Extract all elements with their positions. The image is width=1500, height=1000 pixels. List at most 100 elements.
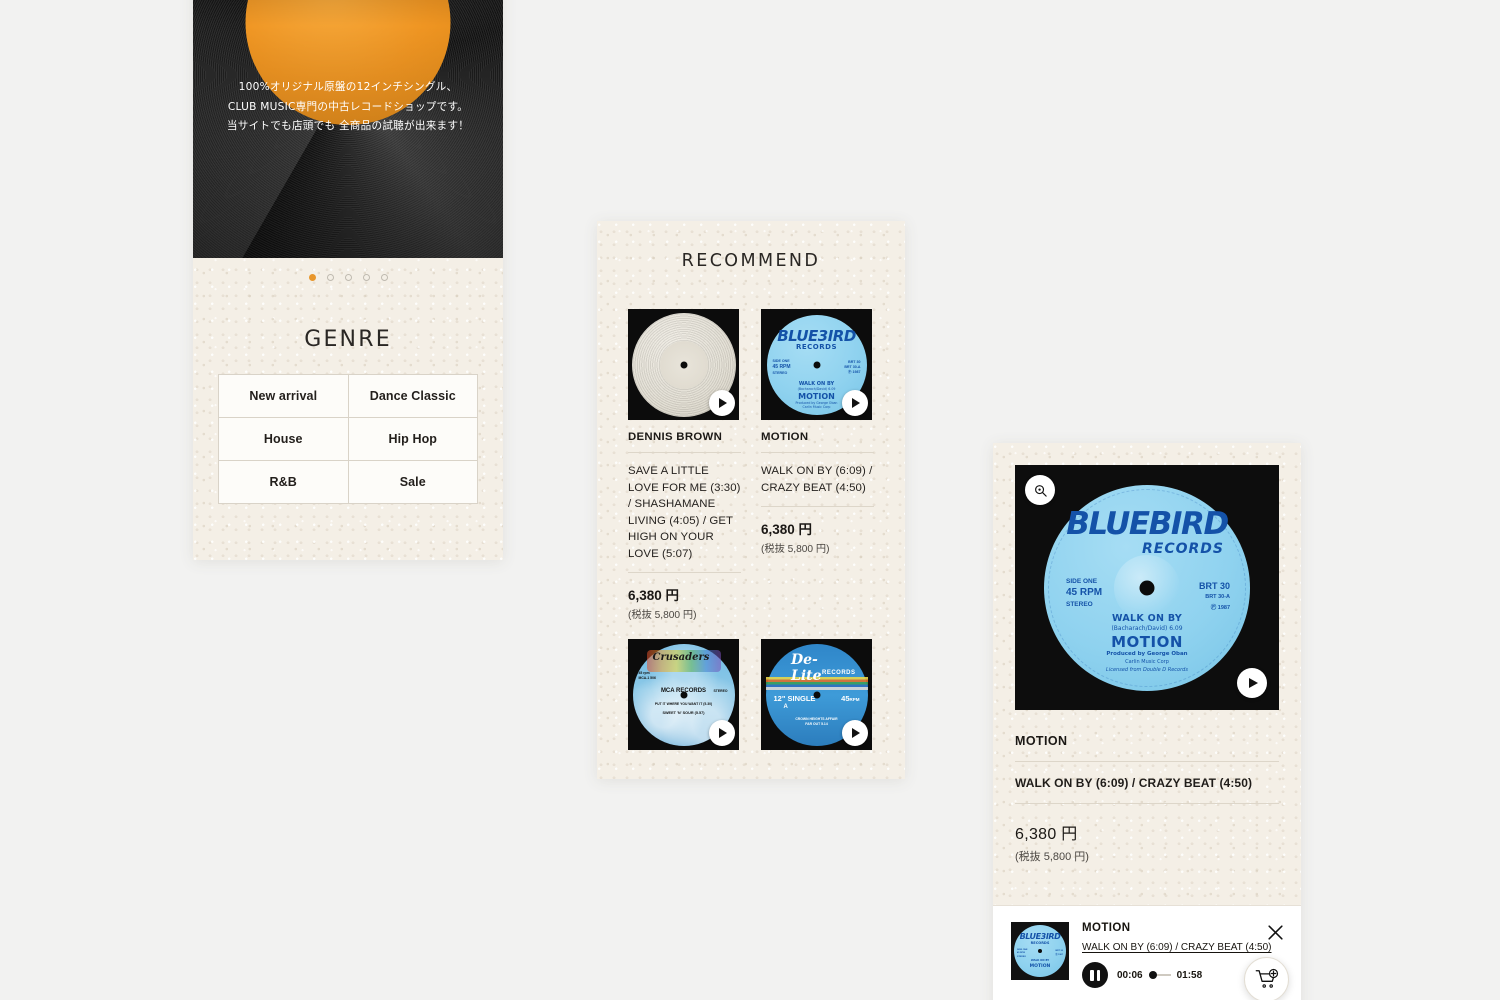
play-icon[interactable] bbox=[1237, 668, 1267, 698]
pause-bar-right bbox=[1096, 969, 1100, 981]
carousel-dot-0[interactable] bbox=[308, 274, 316, 281]
zoom-in-icon[interactable] bbox=[1025, 475, 1055, 505]
label-credit: (Bacharach/David) 6.09 bbox=[1111, 624, 1183, 632]
play-icon[interactable] bbox=[842, 390, 868, 416]
center-hole bbox=[813, 361, 820, 368]
label-side: SIDE ONE bbox=[1066, 577, 1098, 585]
genre-heading: GENRE bbox=[304, 327, 392, 352]
play-icon[interactable] bbox=[842, 720, 868, 747]
records-text: RECORDS bbox=[821, 669, 856, 676]
player-progress-slider[interactable] bbox=[1148, 970, 1171, 980]
recommend-card-3[interactable]: De-Lite RECORDS 12" SINGLE 45RPM A CROWN… bbox=[761, 639, 874, 751]
product-tracks: WALK ON BY (6:09) / CRAZY BEAT (4:50) bbox=[761, 463, 874, 508]
stereo-text: STEREO bbox=[713, 688, 728, 693]
recommend-card-1[interactable]: BLUE3IRD RECORDS SIDE ONE 45 RPM STEREO BR… bbox=[761, 309, 874, 555]
label-catalog-sub: BRT 30-A bbox=[1205, 594, 1230, 600]
product-artist: MOTION bbox=[761, 431, 874, 453]
label-produced: Produced by George Oban bbox=[1106, 650, 1188, 657]
hero-description: 100%オリジナル原盤の12インチシングル、 CLUB MUSIC専門の中古レコ… bbox=[193, 78, 503, 137]
hero-copy-line-2: CLUB MUSIC専門の中古レコードショップです。 bbox=[227, 100, 469, 113]
detail-tracks: WALK ON BY (6:09) / CRAZY BEAT (4:50) bbox=[1015, 776, 1279, 804]
delite-logo: De-Lite bbox=[791, 651, 822, 684]
center-hole bbox=[813, 691, 820, 699]
detail-price-excl-tax: (税抜 5,800 円) bbox=[1015, 851, 1089, 863]
player-track-link[interactable]: WALK ON BY (6:09) / CRAZY BEAT (4:50) bbox=[1082, 940, 1287, 955]
pause-icon[interactable] bbox=[1082, 962, 1108, 988]
crusaders-logo: Crusaders bbox=[652, 651, 710, 663]
format-text: 12" SINGLE bbox=[773, 693, 816, 703]
player-label-artist: MOTION bbox=[1029, 964, 1051, 969]
product-artist: DENNIS BROWN bbox=[628, 431, 741, 453]
carousel-dot-4[interactable] bbox=[380, 274, 388, 281]
genre-cell-2[interactable]: House bbox=[219, 418, 349, 461]
zoom-glass bbox=[1034, 484, 1047, 497]
player-time-row: 00:06 01:58 bbox=[1117, 970, 1202, 981]
label-artist: MOTION bbox=[1111, 632, 1183, 651]
product-thumbnail[interactable]: BLUE3IRD RECORDS SIDE ONE 45 RPM STEREO BR… bbox=[761, 309, 872, 420]
label-catalog: BRT 30 bbox=[1198, 580, 1230, 591]
screenshot-stage: next.records SHIBUYA TOKYO 100%オリジナル原盤の1… bbox=[0, 0, 1500, 1000]
product-detail-panel: BLUEBIRD RECORDS SIDE ONE 45 RPM STEREO … bbox=[993, 443, 1301, 1000]
product-price-excl-tax: (税抜 5,800 円) bbox=[628, 610, 697, 622]
close-icon[interactable] bbox=[1266, 923, 1285, 942]
label-rpm: 45 RPM bbox=[1066, 586, 1103, 598]
carousel-dots bbox=[193, 258, 503, 281]
product-thumbnail[interactable]: Crusaders MCA RECORDS STEREO 45 rpm MCA-1… bbox=[628, 639, 739, 751]
genre-cell-5[interactable]: Sale bbox=[348, 461, 478, 504]
rpm-text: 45RPM bbox=[841, 693, 860, 703]
player-current-time: 00:06 bbox=[1117, 969, 1143, 981]
carousel-dot-1[interactable] bbox=[326, 274, 334, 281]
product-image[interactable]: BLUEBIRD RECORDS SIDE ONE 45 RPM STEREO … bbox=[1015, 465, 1279, 710]
carousel-dot-3[interactable] bbox=[362, 274, 370, 281]
rpm-info: 45 rpm MCA-1 506 bbox=[638, 670, 656, 680]
player-thumbnail[interactable]: BLUE3IRD RECORDS SIDE ONE 45 RPM STEREO BR… bbox=[1011, 922, 1069, 980]
cart-glyph bbox=[1255, 968, 1278, 988]
play-icon[interactable] bbox=[709, 720, 735, 747]
player-label-art: BLUE3IRD RECORDS SIDE ONE 45 RPM STEREO BR… bbox=[1014, 925, 1066, 977]
site-header: next.records SHIBUYA TOKYO bbox=[193, 0, 503, 8]
recommend-card-2[interactable]: Crusaders MCA RECORDS STEREO 45 rpm MCA-1… bbox=[628, 639, 741, 751]
recommend-card-0[interactable]: DENNIS BROWN SAVE A LITTLE LOVE FOR ME (… bbox=[628, 309, 741, 621]
player-catalog: BRT 30 Ⓟ 1987 bbox=[1055, 950, 1063, 956]
center-hole bbox=[1038, 949, 1042, 953]
label-brand-sub: RECORDS bbox=[795, 342, 837, 351]
label-publisher: Carlin Music Corp bbox=[1125, 658, 1169, 665]
product-thumbnail[interactable] bbox=[628, 309, 739, 420]
home-screen-panel: next.records SHIBUYA TOKYO 100%オリジナル原盤の1… bbox=[193, 0, 503, 560]
player-label-brand: BLUE3IRD bbox=[1019, 932, 1061, 941]
player-artist: MOTION bbox=[1082, 922, 1131, 934]
label-copyright: Ⓟ 1987 bbox=[1210, 605, 1230, 612]
audio-player-bar: BLUE3IRD RECORDS SIDE ONE 45 RPM STEREO BR… bbox=[993, 905, 1301, 1000]
label-catalog-block: BRT 30 BRT 30-A Ⓟ 1987 bbox=[1199, 580, 1230, 613]
detail-artist: MOTION bbox=[1015, 734, 1279, 762]
player-label-title: WALK ON BY bbox=[1030, 959, 1050, 962]
product-tracks: SAVE A LITTLE LOVE FOR ME (3:30) / SHASH… bbox=[628, 463, 741, 574]
genre-cell-1[interactable]: Dance Classic bbox=[348, 375, 478, 418]
hero-copy-line-3: 当サイトでも店頭でも 全商品の試聴が出来ます！ bbox=[226, 120, 470, 133]
label-stereo: STEREO bbox=[1066, 601, 1093, 609]
label-side-info: SIDE ONE 45 RPM STEREO bbox=[772, 358, 791, 376]
product-thumbnail[interactable]: De-Lite RECORDS 12" SINGLE 45RPM A CROWN… bbox=[761, 639, 872, 751]
genre-cell-4[interactable]: R&B bbox=[219, 461, 349, 504]
label-brand-sub: RECORDS bbox=[1141, 540, 1224, 557]
detail-price: 6,380 円 bbox=[1015, 826, 1078, 843]
player-total-time: 01:58 bbox=[1176, 969, 1203, 981]
label-licensed: Licensed from Double D Records bbox=[1106, 666, 1188, 673]
genre-cell-0[interactable]: New arrival bbox=[219, 375, 349, 418]
label-side-block: SIDE ONE 45 RPM STEREO bbox=[1066, 577, 1102, 610]
center-hole bbox=[680, 691, 687, 699]
carousel-dot-2[interactable] bbox=[344, 274, 352, 281]
pause-bar-left bbox=[1090, 969, 1094, 981]
product-price-excl-tax: (税抜 5,800 円) bbox=[761, 544, 830, 556]
add-to-cart-icon[interactable] bbox=[1244, 957, 1289, 1000]
recommend-grid: DENNIS BROWN SAVE A LITTLE LOVE FOR ME (… bbox=[628, 309, 874, 751]
track-a: PUT IT WHERE YOU WANT IT (5.30) bbox=[654, 701, 713, 706]
center-hole bbox=[680, 361, 687, 368]
hero-carousel[interactable]: next.records SHIBUYA TOKYO 100%オリジナル原盤の1… bbox=[193, 0, 503, 258]
play-icon[interactable] bbox=[709, 390, 735, 416]
center-hole bbox=[1139, 580, 1155, 595]
genre-cell-3[interactable]: Hip Hop bbox=[348, 418, 478, 461]
product-price: 6,380 円 bbox=[628, 588, 680, 604]
label-catalog: BRT 30 BRT 30-A Ⓟ 1987 bbox=[844, 359, 861, 375]
recommend-heading: RECOMMEND bbox=[681, 251, 821, 271]
